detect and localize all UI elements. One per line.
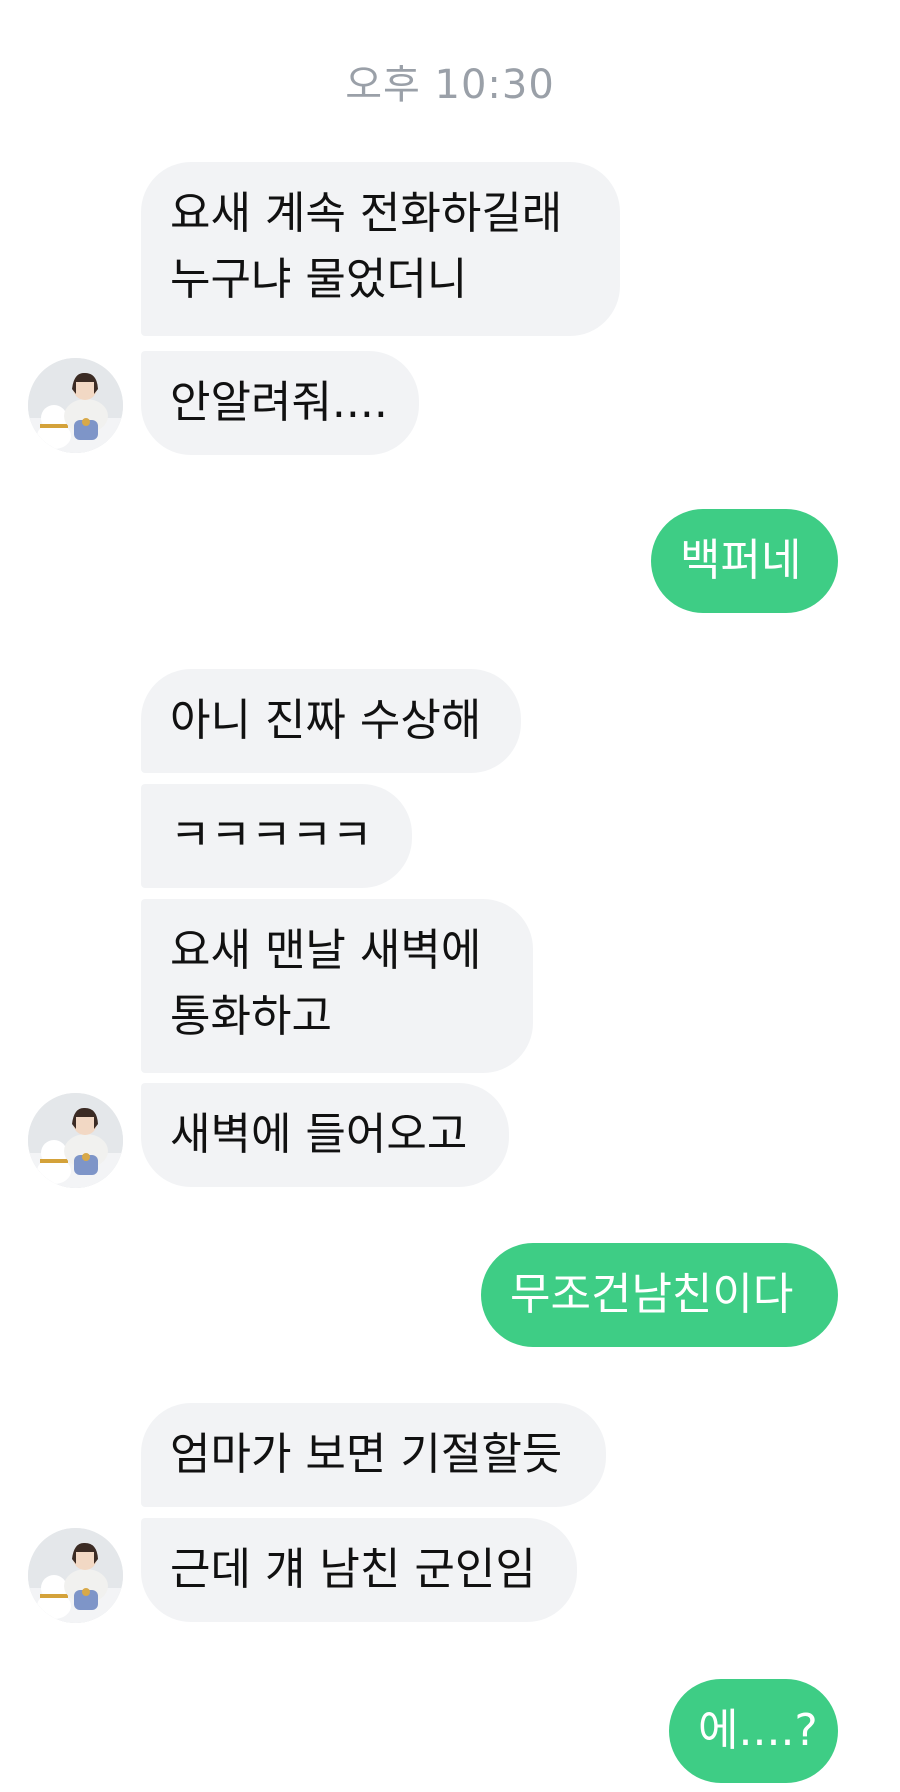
received-message[interactable]: 근데 걔 남친 군인임: [141, 1518, 577, 1622]
received-message[interactable]: ㅋㅋㅋㅋㅋ: [141, 784, 412, 888]
profile-avatar-illustration-icon: [28, 1528, 123, 1623]
received-message[interactable]: 아니 진짜 수상해: [141, 669, 521, 773]
received-message[interactable]: 새벽에 들어오고: [141, 1083, 509, 1187]
sent-message[interactable]: 백퍼네: [651, 509, 838, 613]
sent-message[interactable]: 무조건남친이다: [481, 1243, 838, 1347]
avatar[interactable]: [28, 1093, 123, 1188]
chat-thread: 오후 10:30 요새 계속 전화하길래 누구냐 물었더니 안알려줘.... 백…: [0, 0, 900, 1792]
received-message[interactable]: 엄마가 보면 기절할듯: [141, 1403, 606, 1507]
message-timestamp: 오후 10:30: [345, 62, 555, 108]
profile-avatar-illustration-icon: [28, 1093, 123, 1188]
received-message[interactable]: 안알려줘....: [141, 351, 419, 455]
avatar[interactable]: [28, 1528, 123, 1623]
profile-avatar-illustration-icon: [28, 358, 123, 453]
avatar[interactable]: [28, 358, 123, 453]
received-message[interactable]: 요새 맨날 새벽에 통화하고: [141, 899, 533, 1073]
received-message[interactable]: 요새 계속 전화하길래 누구냐 물었더니: [141, 162, 620, 336]
sent-message[interactable]: 에....?: [669, 1679, 838, 1783]
